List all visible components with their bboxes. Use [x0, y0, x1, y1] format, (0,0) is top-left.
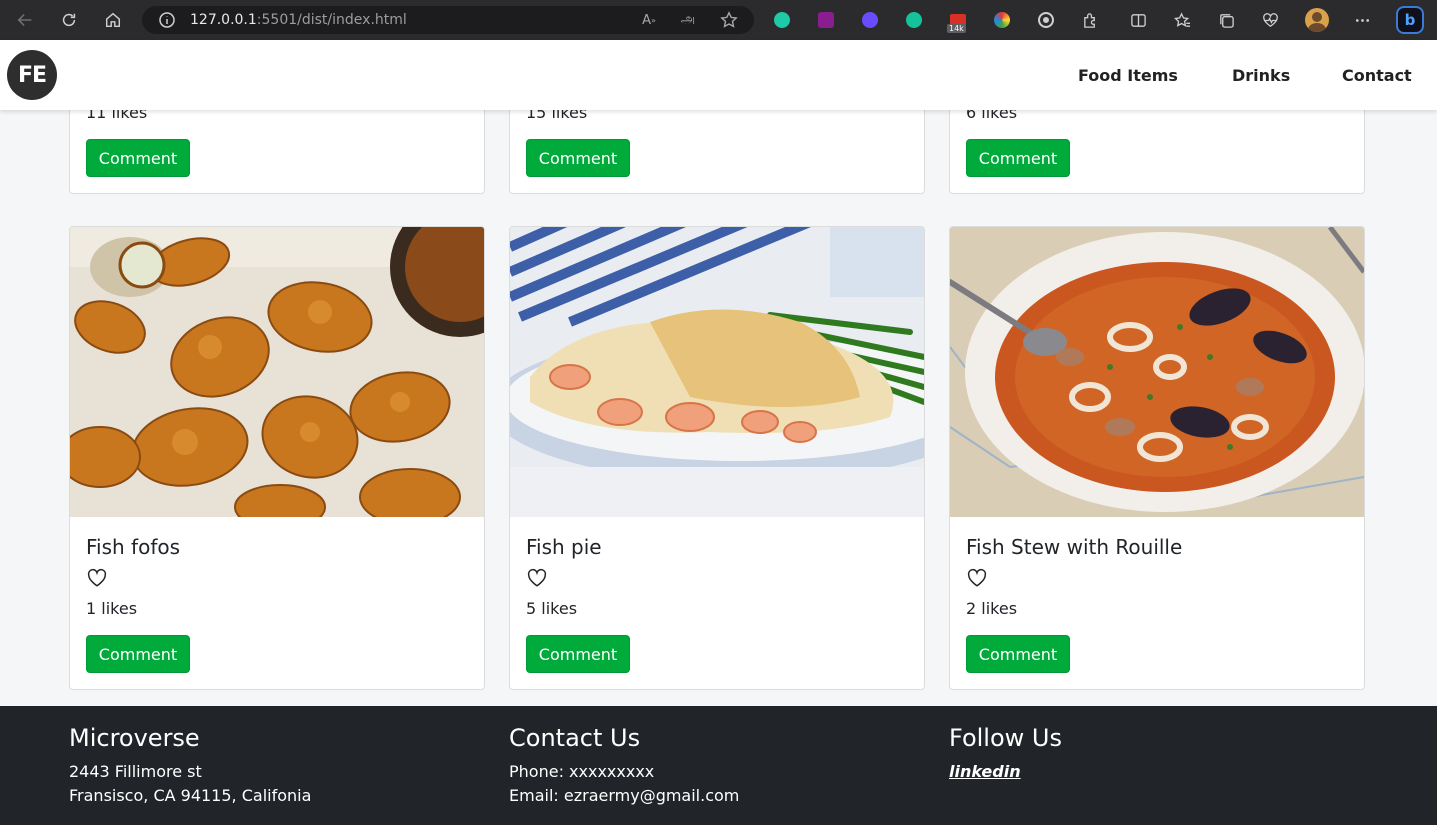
footer-address-line2: Fransisco, CA 94115, Califonia: [69, 786, 312, 805]
comment-button[interactable]: Comment: [966, 635, 1070, 673]
footer-heading-contact: Contact Us: [509, 724, 641, 752]
url-text: 127.0.0.1:5501/dist/index.html: [190, 12, 407, 28]
footer-phone: Phone: xxxxxxxxx: [509, 762, 655, 781]
nav-contact[interactable]: Contact: [1342, 66, 1412, 85]
comment-button[interactable]: Comment: [966, 139, 1070, 177]
favorite-star-icon[interactable]: [720, 11, 738, 29]
food-card: Fish fofos 1 likes Comment: [69, 226, 485, 690]
site-header: FE Food Items Drinks Contact: [0, 40, 1437, 110]
split-screen-icon[interactable]: [1128, 10, 1148, 30]
footer-email: Email: ezraermy@gmail.com: [509, 786, 740, 805]
address-bar[interactable]: 127.0.0.1:5501/dist/index.html A» அ: [142, 6, 754, 34]
food-image-fish-fofos: [70, 227, 484, 517]
url-path: :5501/dist/index.html: [256, 12, 407, 28]
food-card: Fish Stew with Rouille 2 likes Comment: [949, 226, 1365, 690]
extension-3-icon[interactable]: [860, 10, 880, 30]
comment-button[interactable]: Comment: [86, 635, 190, 673]
site-info-icon[interactable]: [158, 11, 176, 29]
heart-outline-icon[interactable]: [526, 567, 548, 589]
logo[interactable]: FE: [7, 50, 57, 100]
extension-2-icon[interactable]: [816, 10, 836, 30]
footer-address-line1: 2443 Fillimore st: [69, 762, 202, 781]
favorites-icon[interactable]: [1172, 10, 1192, 30]
food-image-fish-pie: [510, 227, 924, 517]
card-title: Fish fofos: [86, 535, 181, 559]
food-image-fish-stew: [950, 227, 1364, 517]
footer-heading-microverse: Microverse: [69, 724, 200, 752]
grammarly-icon[interactable]: [904, 10, 924, 30]
bing-copilot-icon[interactable]: b: [1396, 6, 1424, 34]
extension-color-icon[interactable]: [992, 10, 1012, 30]
nav-drinks[interactable]: Drinks: [1232, 66, 1290, 85]
nav-food-items[interactable]: Food Items: [1078, 66, 1178, 85]
comment-button[interactable]: Comment: [526, 635, 630, 673]
back-icon[interactable]: [14, 9, 36, 31]
heart-outline-icon[interactable]: [966, 567, 988, 589]
health-icon[interactable]: [1260, 10, 1280, 30]
heart-outline-icon[interactable]: [86, 567, 108, 589]
footer-heading-follow: Follow Us: [949, 724, 1062, 752]
card-title: Fish Stew with Rouille: [966, 535, 1183, 559]
food-card: Fish pie 5 likes Comment: [509, 226, 925, 690]
more-menu-icon[interactable]: [1352, 10, 1372, 30]
comment-button[interactable]: Comment: [526, 139, 630, 177]
extension-badge: 14k: [947, 24, 966, 33]
likes-count: 5 likes: [526, 599, 578, 618]
linkedin-link[interactable]: linkedin: [949, 762, 1021, 781]
browser-toolbar: 127.0.0.1:5501/dist/index.html A» அ 14k …: [0, 0, 1437, 40]
likes-count: 1 likes: [86, 599, 138, 618]
likes-count: 2 likes: [966, 599, 1018, 618]
comment-button[interactable]: Comment: [86, 139, 190, 177]
collections-icon[interactable]: [1216, 10, 1236, 30]
url-host: 127.0.0.1: [190, 12, 257, 28]
footer-social-links: linkedin: [949, 762, 1021, 781]
extensions-puzzle-icon[interactable]: [1080, 10, 1100, 30]
translate-icon[interactable]: அ: [679, 11, 697, 29]
extension-1-icon[interactable]: [772, 10, 792, 30]
card-title: Fish pie: [526, 535, 602, 559]
extension-target-icon[interactable]: [1036, 10, 1056, 30]
home-icon[interactable]: [102, 9, 124, 31]
profile-avatar[interactable]: [1305, 8, 1329, 32]
refresh-icon[interactable]: [58, 9, 80, 31]
read-aloud-icon[interactable]: A»: [640, 11, 658, 29]
site-footer: Microverse 2443 Fillimore st Fransisco, …: [0, 706, 1437, 825]
